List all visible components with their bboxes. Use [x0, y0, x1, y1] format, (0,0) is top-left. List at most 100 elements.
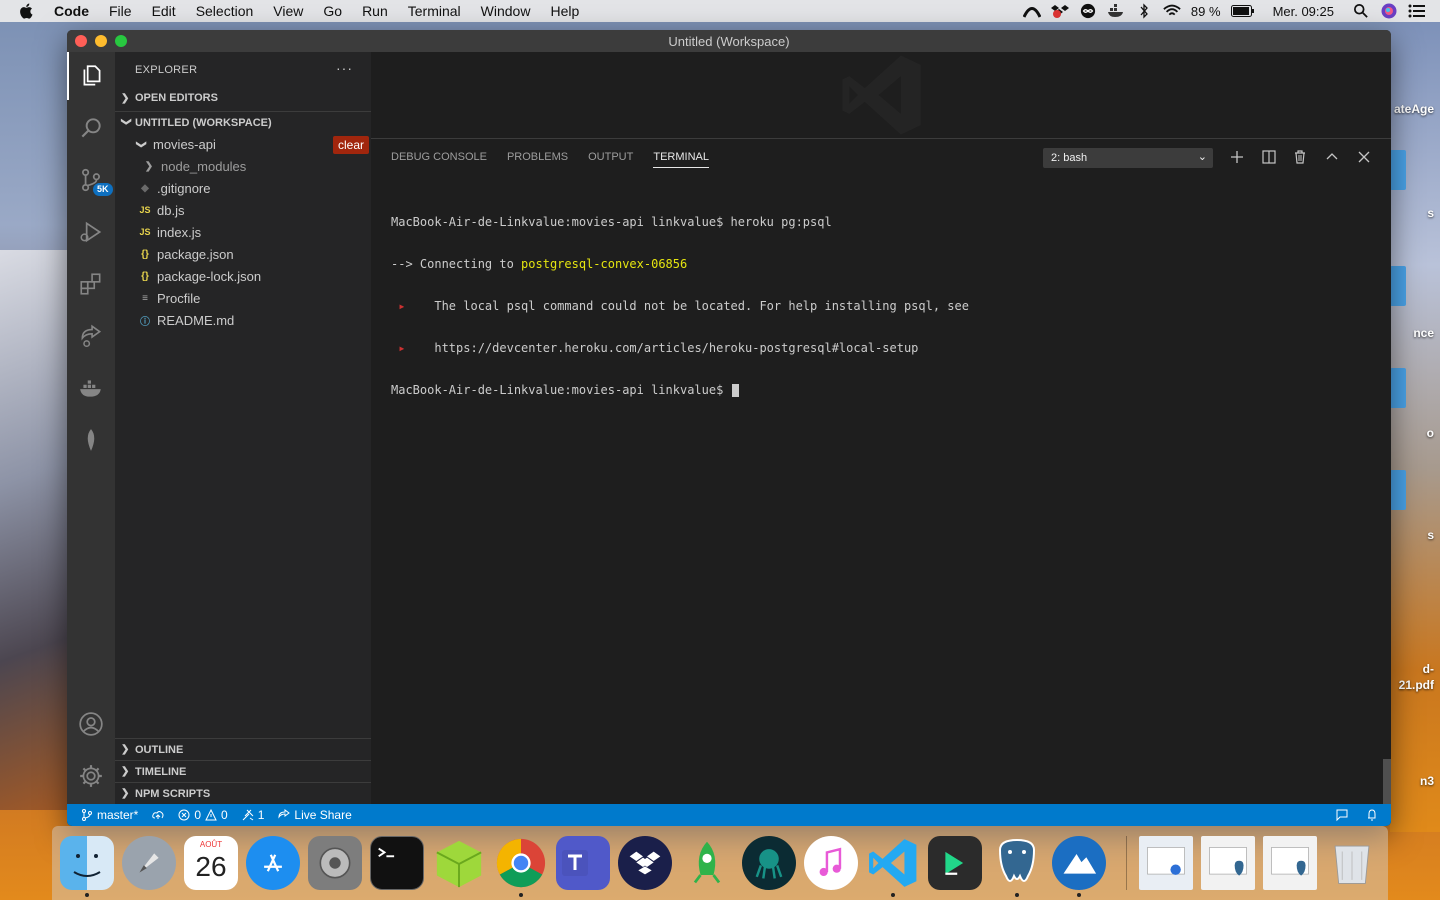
menu-view[interactable]: View — [273, 3, 303, 19]
desktop-file-icon[interactable] — [1390, 266, 1406, 306]
menu-app-name[interactable]: Code — [54, 3, 89, 19]
vscode-dock-icon[interactable] — [866, 836, 920, 897]
live-share-status[interactable]: Live Share — [278, 808, 352, 822]
desktop-file-label[interactable]: s — [1427, 528, 1434, 542]
dropbox-dock-icon[interactable] — [618, 836, 672, 890]
tree-item-db-js[interactable]: JS db.js — [115, 199, 371, 221]
battery-icon[interactable] — [1230, 4, 1255, 18]
close-panel-button[interactable] — [1355, 148, 1373, 166]
launchpad-dock-icon[interactable] — [122, 836, 176, 890]
menu-selection[interactable]: Selection — [196, 3, 254, 19]
title-bar[interactable]: Untitled (Workspace) — [67, 30, 1391, 52]
recent-document-dock-icon[interactable] — [1201, 836, 1255, 890]
run-debug-activity-button[interactable] — [67, 208, 115, 256]
workspace-section[interactable]: ❯ UNTITLED (WORKSPACE) — [115, 111, 371, 133]
notifications-bell-icon[interactable] — [1365, 808, 1379, 822]
teams-dock-icon[interactable] — [556, 836, 610, 890]
spotlight-search-icon[interactable] — [1352, 4, 1370, 18]
bluetooth-icon[interactable] — [1135, 3, 1153, 19]
outline-section[interactable]: ❯ OUTLINE — [115, 738, 371, 760]
dropbox-status-icon[interactable] — [1050, 4, 1069, 18]
desktop-file-label[interactable]: 21.pdf — [1399, 678, 1434, 692]
calendar-dock-icon[interactable]: AOÛT 26 — [184, 836, 238, 890]
open-editors-section[interactable]: ❯ OPEN EDITORS — [115, 87, 371, 109]
postgres-dock-icon[interactable] — [990, 836, 1044, 897]
tree-item-readme[interactable]: ⓘ README.md — [115, 309, 371, 331]
menu-edit[interactable]: Edit — [152, 3, 176, 19]
explorer-activity-button[interactable] — [67, 52, 115, 100]
maximize-window-button[interactable] — [115, 35, 127, 47]
kill-terminal-button[interactable] — [1291, 148, 1309, 166]
tree-item-gitignore[interactable]: ◆ .gitignore — [115, 177, 371, 199]
tree-item-package-lock-json[interactable]: {} package-lock.json — [115, 265, 371, 287]
mountain-app-dock-icon[interactable] — [1052, 836, 1106, 897]
rocket-app-dock-icon[interactable] — [680, 836, 734, 890]
desktop-file-label[interactable]: n3 — [1420, 774, 1434, 788]
tree-item-index-js[interactable]: JS index.js — [115, 221, 371, 243]
apple-menu-icon[interactable] — [18, 2, 36, 20]
extensions-activity-button[interactable] — [67, 260, 115, 308]
more-actions-button[interactable]: ··· — [336, 60, 353, 76]
desktop-file-label[interactable]: d- — [1423, 662, 1434, 676]
mongodb-activity-button[interactable] — [67, 416, 115, 464]
desktop-file-icon[interactable] — [1390, 150, 1406, 190]
terminal-output[interactable]: MacBook-Air-de-Linkvalue:movies-api link… — [391, 187, 1371, 804]
menu-run[interactable]: Run — [362, 3, 388, 19]
desktop-file-icon[interactable] — [1390, 470, 1406, 510]
source-control-activity-button[interactable]: 5K — [67, 156, 115, 204]
menu-file[interactable]: File — [109, 3, 132, 19]
new-terminal-button[interactable] — [1228, 148, 1246, 166]
recent-document-dock-icon[interactable] — [1263, 836, 1317, 890]
live-share-activity-button[interactable] — [67, 312, 115, 360]
siri-icon[interactable] — [1380, 3, 1398, 19]
menu-go[interactable]: Go — [323, 3, 342, 19]
desktop-file-label[interactable]: nce — [1413, 326, 1434, 340]
desktop-file-label[interactable]: o — [1427, 426, 1434, 440]
tab-problems[interactable]: PROBLEMS — [507, 139, 568, 175]
trash-dock-icon[interactable] — [1325, 836, 1379, 890]
tunnel-icon[interactable] — [1022, 4, 1041, 18]
terminal-scrollbar[interactable] — [1383, 759, 1391, 805]
tree-item-package-json[interactable]: {} package.json — [115, 243, 371, 265]
sync-status[interactable] — [152, 809, 164, 821]
clock[interactable]: Mer. 09:25 — [1273, 4, 1334, 19]
minimize-window-button[interactable] — [95, 35, 107, 47]
notification-center-icon[interactable] — [1408, 4, 1426, 18]
close-window-button[interactable] — [75, 35, 87, 47]
feedback-icon[interactable] — [1335, 808, 1349, 822]
recent-document-dock-icon[interactable] — [1139, 836, 1193, 890]
ports-status[interactable]: 1 — [242, 808, 264, 822]
wifi-icon[interactable] — [1163, 4, 1181, 18]
manage-activity-button[interactable] — [67, 752, 115, 800]
finder-dock-icon[interactable] — [60, 836, 114, 897]
tree-item-node-modules[interactable]: ❯ node_modules — [115, 155, 371, 177]
tab-terminal[interactable]: TERMINAL — [653, 139, 709, 175]
maximize-panel-button[interactable] — [1323, 148, 1341, 166]
cube-app-dock-icon[interactable] — [432, 836, 486, 890]
folder-row[interactable]: ❯ movies-api clear — [115, 133, 371, 155]
desktop-file-label[interactable]: ateAge — [1394, 102, 1434, 116]
editor-area[interactable] — [371, 52, 1391, 138]
menu-window[interactable]: Window — [481, 3, 531, 19]
terminal-dock-icon[interactable] — [370, 836, 424, 890]
search-activity-button[interactable] — [67, 104, 115, 152]
tab-output[interactable]: OUTPUT — [588, 139, 633, 175]
tree-item-procfile[interactable]: ≡ Procfile — [115, 287, 371, 309]
desktop-file-icon[interactable] — [1390, 368, 1406, 408]
gitkraken-dock-icon[interactable] — [742, 836, 796, 890]
terminal-select[interactable]: 2: bash ⌄ — [1043, 148, 1213, 168]
app-store-dock-icon[interactable] — [246, 836, 300, 890]
system-preferences-dock-icon[interactable] — [308, 836, 362, 890]
accounts-activity-button[interactable] — [67, 700, 115, 748]
problems-status[interactable]: 0 0 — [178, 808, 228, 822]
split-terminal-button[interactable] — [1260, 148, 1278, 166]
docker-status-icon[interactable] — [1107, 4, 1125, 18]
desktop-file-label[interactable]: s — [1427, 206, 1434, 220]
menu-terminal[interactable]: Terminal — [408, 3, 461, 19]
docker-activity-button[interactable] — [67, 364, 115, 412]
npm-scripts-section[interactable]: ❯ NPM SCRIPTS — [115, 782, 371, 804]
chrome-dock-icon[interactable] — [494, 836, 548, 897]
tab-debug-console[interactable]: DEBUG CONSOLE — [391, 139, 487, 175]
pycharm-like-dock-icon[interactable] — [928, 836, 982, 890]
timeline-section[interactable]: ❯ TIMELINE — [115, 760, 371, 782]
